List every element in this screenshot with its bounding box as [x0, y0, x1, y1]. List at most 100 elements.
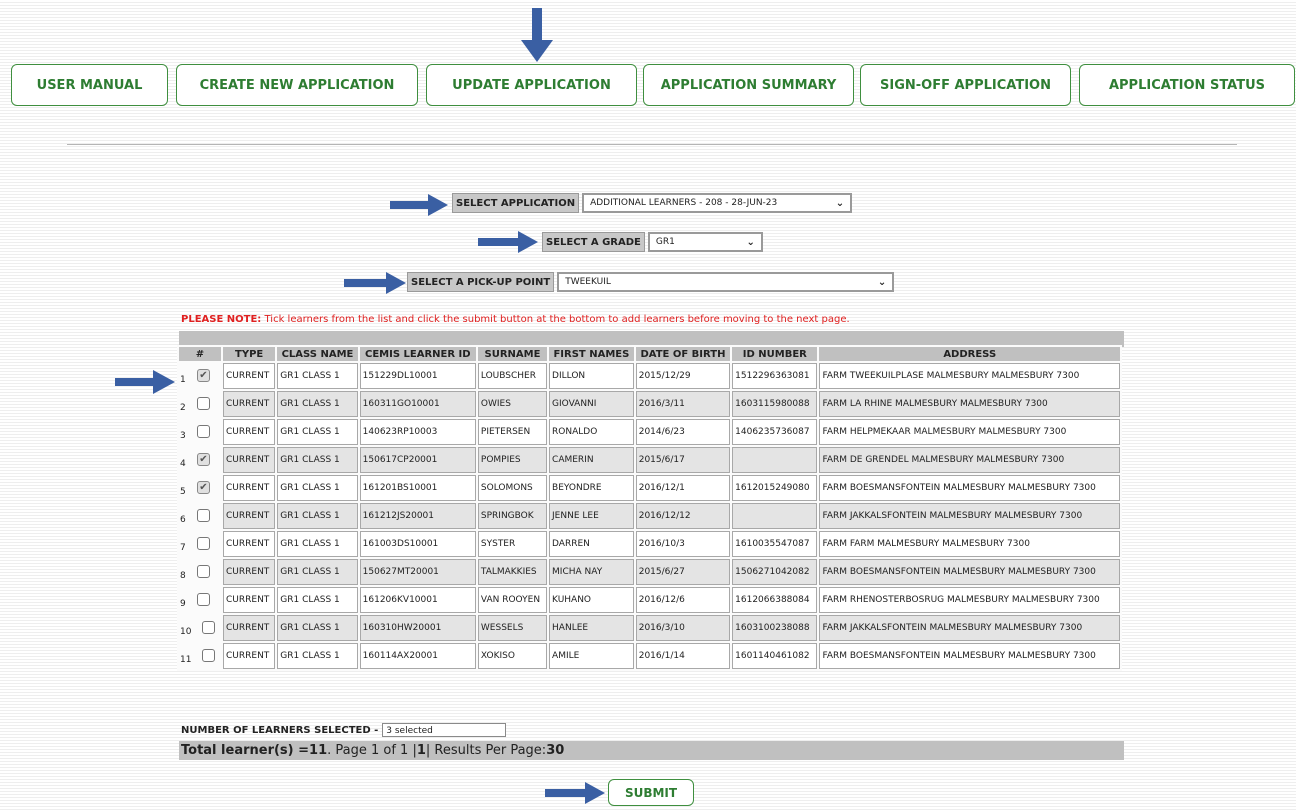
chevron-down-icon: ⌄: [877, 276, 887, 288]
learner-first-names: CAMERIN: [549, 447, 634, 473]
learners-table: # TYPE CLASS NAME CEMIS LEARNER ID SURNA…: [177, 345, 1122, 671]
update-application-button[interactable]: UPDATE APPLICATION: [426, 64, 637, 106]
learner-type: CURRENT: [223, 531, 276, 557]
select-application-row: SELECT APPLICATION ADDITIONAL LEARNERS -…: [452, 193, 853, 213]
instruction-note: PLEASE NOTE: Tick learners from the list…: [181, 314, 850, 325]
col-header-address: ADDRESS: [819, 347, 1120, 361]
learner-checkbox[interactable]: [197, 425, 210, 438]
row-select-cell: 3: [179, 419, 221, 445]
learner-date-of-birth: 2014/6/23: [635, 419, 731, 445]
pointer-arrow-icon: [545, 782, 605, 804]
learner-cemis-id: 160310HW20001: [359, 615, 476, 641]
page-current-link[interactable]: 1: [417, 743, 426, 758]
learner-class-name: GR1 CLASS 1: [277, 615, 358, 641]
learner-class-name: GR1 CLASS 1: [277, 503, 358, 529]
learner-type: CURRENT: [223, 419, 276, 445]
row-select-cell: 5 ✔: [179, 475, 221, 501]
learner-surname: WESSELS: [477, 615, 548, 641]
table-row: 7 CURRENT GR1 CLASS 1 161003DS10001 SYSTER DA…: [179, 531, 1120, 557]
learner-checkbox[interactable]: [197, 397, 210, 410]
learner-checkbox[interactable]: [202, 621, 215, 634]
col-header-number: #: [179, 347, 221, 361]
learner-surname: PIETERSEN: [477, 419, 548, 445]
row-number: 5: [180, 487, 186, 497]
learner-surname: SPRINGBOK: [477, 503, 548, 529]
row-select-cell: 11: [179, 643, 221, 669]
create-new-application-button[interactable]: CREATE NEW APPLICATION: [176, 64, 418, 106]
learner-type: CURRENT: [223, 363, 276, 389]
select-application-dropdown[interactable]: ADDITIONAL LEARNERS - 208 - 28-JUN-23 ⌄: [582, 193, 853, 213]
table-row: 6 CURRENT GR1 CLASS 1 161212JS20001 SPRINGBO…: [179, 503, 1120, 529]
learner-checkbox[interactable]: [197, 537, 210, 550]
learner-first-names: MICHA NAY: [549, 559, 634, 585]
select-application-label: SELECT APPLICATION: [452, 193, 580, 213]
learner-date-of-birth: 2016/12/6: [635, 587, 731, 613]
row-select-cell: 2: [179, 391, 221, 417]
learner-type: CURRENT: [223, 447, 276, 473]
learner-date-of-birth: 2015/6/17: [635, 447, 731, 473]
learner-date-of-birth: 2016/3/11: [635, 391, 731, 417]
learner-cemis-id: 150617CP20001: [359, 447, 476, 473]
learner-checkbox[interactable]: ✔: [197, 453, 210, 466]
learner-address: FARM BOESMANSFONTEIN MALMESBURY MALMESBU…: [819, 643, 1120, 669]
table-row: 2 CURRENT GR1 CLASS 1 160311GO10001 OWIES GIO…: [179, 391, 1120, 417]
learner-id-number: 1506271042082: [732, 559, 818, 585]
col-header-class-name: CLASS NAME: [277, 347, 358, 361]
learner-cemis-id: 161212JS20001: [359, 503, 476, 529]
table-row: 4 ✔ CURRENT GR1 CLASS 1 150617CP20001 POMPIES…: [179, 447, 1120, 473]
learner-class-name: GR1 CLASS 1: [277, 391, 358, 417]
sign-off-application-button[interactable]: SIGN-OFF APPLICATION: [860, 64, 1071, 106]
learner-address: FARM HELPMEKAAR MALMESBURY MALMESBURY 73…: [819, 419, 1120, 445]
learner-address: FARM BOESMANSFONTEIN MALMESBURY MALMESBU…: [819, 475, 1120, 501]
learner-cemis-id: 161003DS10001: [359, 531, 476, 557]
row-select-cell: 6: [179, 503, 221, 529]
learner-cemis-id: 161201BS10001: [359, 475, 476, 501]
learner-type: CURRENT: [223, 503, 276, 529]
learner-id-number: 1603115980088: [732, 391, 818, 417]
learner-checkbox[interactable]: [197, 565, 210, 578]
pointer-arrow-icon: [521, 8, 553, 62]
learner-surname: TALMAKKIES: [477, 559, 548, 585]
application-summary-button[interactable]: APPLICATION SUMMARY: [643, 64, 854, 106]
learner-checkbox[interactable]: [197, 509, 210, 522]
row-select-cell: 10: [179, 615, 221, 641]
application-status-button[interactable]: APPLICATION STATUS: [1079, 64, 1295, 106]
learner-surname: SYSTER: [477, 531, 548, 557]
learner-id-number: 1610035547087: [732, 531, 818, 557]
row-number: 2: [180, 403, 186, 413]
learner-checkbox[interactable]: [197, 593, 210, 606]
user-manual-button[interactable]: USER MANUAL: [11, 64, 168, 106]
learner-address: FARM LA RHINE MALMESBURY MALMESBURY 7300: [819, 391, 1120, 417]
select-pickup-label: SELECT A PICK-UP POINT: [407, 272, 555, 292]
learner-class-name: GR1 CLASS 1: [277, 447, 358, 473]
learner-type: CURRENT: [223, 643, 276, 669]
learner-type: CURRENT: [223, 391, 276, 417]
row-number: 11: [180, 655, 192, 665]
submit-button[interactable]: SUBMIT: [608, 779, 694, 806]
learner-class-name: GR1 CLASS 1: [277, 475, 358, 501]
learner-checkbox[interactable]: [202, 649, 215, 662]
learner-first-names: JENNE LEE: [549, 503, 634, 529]
chevron-down-icon: ⌄: [835, 197, 845, 209]
learner-first-names: BEYONDRE: [549, 475, 634, 501]
learner-checkbox[interactable]: ✔: [197, 481, 210, 494]
learner-address: FARM JAKKALSFONTEIN MALMESBURY MALMESBUR…: [819, 503, 1120, 529]
select-pickup-dropdown[interactable]: TWEEKUIL ⌄: [557, 272, 895, 292]
note-text: Tick learners from the list and click th…: [261, 314, 850, 325]
col-header-surname: SURNAME: [477, 347, 548, 361]
learner-checkbox[interactable]: ✔: [197, 369, 210, 382]
learners-selected-label: NUMBER OF LEARNERS SELECTED -: [181, 724, 379, 736]
row-number: 1: [180, 375, 186, 385]
row-select-cell: 7: [179, 531, 221, 557]
row-number: 7: [180, 543, 186, 553]
table-header-row: # TYPE CLASS NAME CEMIS LEARNER ID SURNA…: [179, 347, 1120, 361]
row-select-cell: 4 ✔: [179, 447, 221, 473]
select-application-value: ADDITIONAL LEARNERS - 208 - 28-JUN-23: [590, 198, 778, 208]
learner-class-name: GR1 CLASS 1: [277, 587, 358, 613]
learner-class-name: GR1 CLASS 1: [277, 531, 358, 557]
chevron-down-icon: ⌄: [746, 236, 755, 248]
learner-id-number: 1601140461082: [732, 643, 818, 669]
learner-type: CURRENT: [223, 615, 276, 641]
row-select-cell: 9: [179, 587, 221, 613]
select-grade-dropdown[interactable]: GR1 ⌄: [647, 232, 763, 252]
